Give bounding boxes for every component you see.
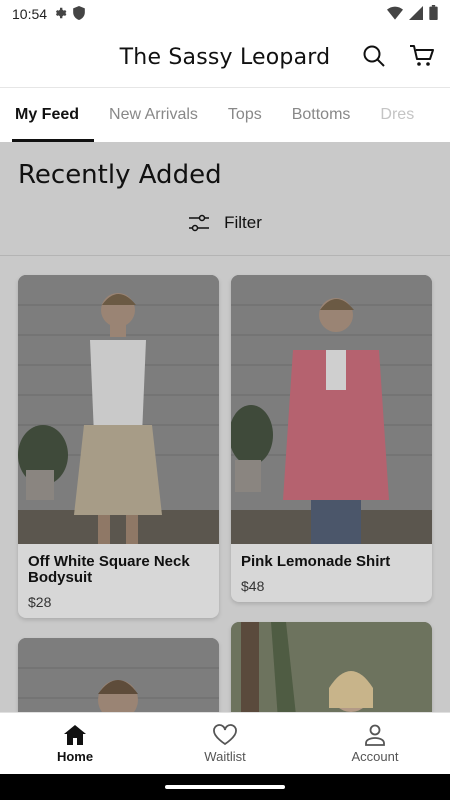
filter-label: Filter	[224, 213, 262, 232]
product-card[interactable]	[231, 622, 432, 712]
settings-status-icon	[53, 6, 67, 23]
product-name: Off White Square Neck Bodysuit	[28, 553, 190, 586]
product-image	[18, 275, 219, 544]
product-image	[18, 638, 219, 712]
home-icon	[64, 724, 86, 745]
tab-bottoms[interactable]: Bottoms	[277, 88, 366, 142]
product-name: Pink Lemonade Shirt	[241, 553, 391, 570]
bottom-nav: Home Waitlist Account	[0, 712, 450, 774]
cart-button[interactable]	[408, 42, 436, 70]
filter-icon	[189, 214, 210, 232]
app-header: The Sassy Leopard	[0, 28, 450, 88]
signal-icon	[409, 5, 423, 23]
product-card[interactable]: Pink Lemonade Shirt $48	[231, 275, 432, 602]
search-icon	[363, 45, 385, 67]
section-title: Recently Added	[18, 160, 222, 190]
cart-icon	[410, 45, 434, 66]
wifi-icon	[387, 6, 403, 23]
product-card[interactable]: Off White Square Neck Bodysuit $28	[18, 275, 219, 618]
nav-waitlist[interactable]: Waitlist	[150, 713, 300, 774]
tab-my-feed[interactable]: My Feed	[0, 88, 95, 142]
nav-home-label: Home	[56, 748, 94, 764]
tab-dresses[interactable]: Dres	[365, 88, 429, 142]
app-title: The Sassy Leopard	[119, 45, 331, 70]
nav-home[interactable]: Home	[0, 713, 150, 774]
person-icon	[365, 724, 385, 746]
shield-status-icon	[73, 5, 85, 23]
category-tabs: My Feed New Arrivals Tops Bottoms Dres	[0, 88, 450, 142]
status-bar: 10:54	[0, 0, 450, 28]
product-image	[231, 622, 432, 712]
nav-account-label: Account	[351, 748, 399, 764]
status-time: 10:54	[12, 6, 48, 22]
home-gesture-pill[interactable]	[165, 785, 285, 789]
nav-waitlist-label: Waitlist	[204, 748, 246, 764]
tab-new-arrivals[interactable]: New Arrivals	[94, 88, 213, 142]
product-price: $48	[241, 578, 265, 594]
feed-content: Recently Added Filter Off White Square N…	[0, 142, 450, 712]
product-card[interactable]	[18, 638, 219, 712]
divider	[0, 255, 450, 256]
system-nav-bar	[0, 774, 450, 800]
product-price: $28	[28, 594, 52, 610]
filter-button[interactable]: Filter	[0, 208, 450, 238]
nav-account[interactable]: Account	[300, 713, 450, 774]
search-button[interactable]	[360, 42, 388, 70]
tab-tops[interactable]: Tops	[213, 88, 277, 142]
battery-icon	[429, 5, 438, 23]
heart-icon	[213, 723, 237, 745]
product-image	[231, 275, 432, 544]
